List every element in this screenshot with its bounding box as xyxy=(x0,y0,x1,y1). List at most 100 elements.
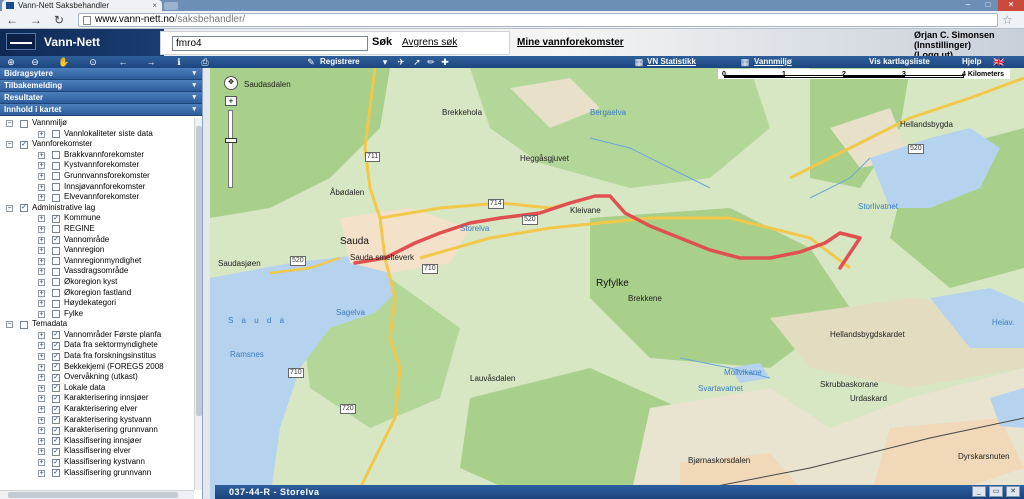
tree-node[interactable]: + ✓ Karakterisering innsjøer xyxy=(0,393,194,404)
tree-horizontal-scrollbar[interactable] xyxy=(0,490,194,499)
tree-node[interactable]: + ✓ Data fra sektormyndighete xyxy=(0,340,194,351)
layer-checkbox[interactable] xyxy=(52,161,60,170)
sidebar-splitter[interactable] xyxy=(203,68,210,499)
expand-icon[interactable]: + xyxy=(38,247,45,255)
layer-checkbox[interactable] xyxy=(52,151,60,160)
tree-node[interactable]: + ✓ Data fra forskningsinstitus xyxy=(0,351,194,362)
expand-icon[interactable]: + xyxy=(38,353,45,361)
zoom-slider-track[interactable] xyxy=(228,110,233,188)
layer-checkbox[interactable]: ✓ xyxy=(20,204,28,213)
expand-icon[interactable]: + xyxy=(38,448,45,456)
settings-link[interactable]: (Innstillinger) xyxy=(914,40,1020,50)
back-icon[interactable]: ← xyxy=(6,13,18,27)
layer-checkbox[interactable]: ✓ xyxy=(52,363,60,372)
next-extent-icon[interactable]: → xyxy=(146,57,156,67)
layer-list-link[interactable]: Vis kartlagsliste xyxy=(869,57,930,67)
refine-search-link[interactable]: Avgrens søk xyxy=(402,37,457,48)
flag-uk-icon[interactable]: 🇬🇧 xyxy=(992,57,1006,67)
scroll-thumb[interactable] xyxy=(196,126,202,416)
map-view[interactable]: Saudasdalen Brekkehola Bergaelva Heggåsg… xyxy=(210,68,1024,499)
zoom-slider-handle[interactable] xyxy=(225,138,237,143)
accordion-results[interactable]: Resultater ▾ xyxy=(0,92,202,104)
forward-icon[interactable]: → xyxy=(30,13,42,27)
add-data-icon[interactable]: ✚ xyxy=(440,57,450,67)
layer-checkbox[interactable]: ✓ xyxy=(52,405,60,414)
expand-icon[interactable]: + xyxy=(38,459,45,466)
layer-checkbox[interactable]: ✓ xyxy=(52,214,60,223)
expand-icon[interactable]: + xyxy=(38,406,45,414)
tree-node[interactable]: + ✓ Karakterisering grunnvann xyxy=(0,425,194,436)
expand-icon[interactable]: + xyxy=(38,130,45,138)
stats-link[interactable]: VN Statistikk xyxy=(647,57,696,67)
layer-checkbox[interactable]: ✓ xyxy=(52,373,60,382)
previous-extent-icon[interactable]: ← xyxy=(118,57,128,67)
collapse-icon[interactable]: − xyxy=(6,204,13,212)
expand-icon[interactable]: + xyxy=(38,278,45,286)
draw-tool-icon[interactable]: ✈ xyxy=(396,57,406,67)
accordion-feedback[interactable]: Tilbakemelding ▾ xyxy=(0,80,202,92)
reload-icon[interactable]: ↻ xyxy=(54,13,64,27)
expand-icon[interactable]: + xyxy=(38,363,45,371)
tree-node[interactable]: − Temadata xyxy=(0,319,194,330)
layer-checkbox[interactable]: ✓ xyxy=(52,352,60,361)
layer-checkbox[interactable]: ✓ xyxy=(52,384,60,393)
expand-icon[interactable]: + xyxy=(38,257,45,265)
tree-node[interactable]: + ✓ Vannområder Første planfa xyxy=(0,330,194,341)
minimize-icon[interactable]: – xyxy=(958,0,978,11)
expand-icon[interactable]: + xyxy=(38,289,45,297)
tree-node[interactable]: + ✓ Karakterisering elver xyxy=(0,404,194,415)
browser-tab[interactable]: Vann-Nett Saksbehandler × xyxy=(2,0,162,11)
expand-icon[interactable]: + xyxy=(38,331,45,339)
expand-icon[interactable]: + xyxy=(38,342,45,350)
layer-checkbox[interactable]: ✓ xyxy=(52,236,60,245)
layer-checkbox[interactable] xyxy=(20,119,28,128)
expand-icon[interactable]: + xyxy=(38,162,45,170)
layer-checkbox[interactable] xyxy=(52,278,60,287)
layer-checkbox[interactable]: ✓ xyxy=(52,469,60,478)
layer-checkbox[interactable] xyxy=(52,225,60,234)
zoom-out-tool-icon[interactable]: ⊖ xyxy=(30,57,40,67)
tree-node[interactable]: + ✓ Klassifisering innsjøer xyxy=(0,436,194,447)
collapse-icon[interactable]: − xyxy=(6,141,13,149)
pan-control-icon[interactable]: ✥ xyxy=(224,76,238,90)
layer-checkbox[interactable] xyxy=(52,172,60,181)
layer-checkbox[interactable]: ✓ xyxy=(52,426,60,435)
tree-node[interactable]: + REGINE xyxy=(0,224,194,235)
minimize-panel-icon[interactable]: _ xyxy=(972,486,986,497)
tree-node[interactable]: + ✓ Lokale data xyxy=(0,383,194,394)
maximize-icon[interactable]: □ xyxy=(978,0,998,11)
layer-checkbox[interactable] xyxy=(52,183,60,192)
search-button[interactable]: Søk xyxy=(372,36,392,48)
tree-node[interactable]: + Økoregion kyst xyxy=(0,277,194,288)
bookmark-star-icon[interactable]: ☆ xyxy=(1002,13,1013,27)
expand-icon[interactable]: + xyxy=(38,416,45,424)
feature-info-bar[interactable]: 037-44-R - Storelva xyxy=(215,485,1024,499)
tree-node[interactable]: + Vassdragsområde xyxy=(0,266,194,277)
pan-tool-icon[interactable]: ✋ xyxy=(58,57,69,67)
tree-node[interactable]: + ✓ Vannområde xyxy=(0,235,194,246)
layer-checkbox[interactable] xyxy=(52,299,60,308)
app-logo-text[interactable]: Vann-Nett xyxy=(44,35,100,49)
register-menu[interactable]: Registrere xyxy=(320,57,360,67)
layer-checkbox[interactable] xyxy=(52,193,60,202)
tree-node[interactable]: + ✓ Klassifisering grunnvann xyxy=(0,468,194,479)
layer-checkbox[interactable]: ✓ xyxy=(52,394,60,403)
tree-node[interactable]: − Vannmiljø xyxy=(0,118,194,129)
expand-icon[interactable]: + xyxy=(38,183,45,191)
zoom-in-button[interactable]: + xyxy=(225,96,237,106)
expand-icon[interactable]: + xyxy=(38,374,45,382)
expand-icon[interactable]: + xyxy=(38,172,45,180)
collapse-icon[interactable]: − xyxy=(6,321,13,329)
tree-node[interactable]: + Vannlokaliteter siste data xyxy=(0,129,194,140)
collapse-icon[interactable]: − xyxy=(6,120,13,127)
expand-icon[interactable]: + xyxy=(38,384,45,392)
expand-icon[interactable]: + xyxy=(38,310,45,318)
layer-checkbox[interactable] xyxy=(52,267,60,276)
tree-node[interactable]: + Innsjøvannforekomster xyxy=(0,182,194,193)
layer-checkbox[interactable]: ✓ xyxy=(52,437,60,446)
window-close-icon[interactable]: ✕ xyxy=(998,0,1024,11)
tree-node[interactable]: + ✓ Overvåkning (utkast) xyxy=(0,372,194,383)
info-icon[interactable]: ℹ xyxy=(174,57,184,67)
layer-checkbox[interactable] xyxy=(52,130,60,139)
tree-node[interactable]: + ✓ Bekkekjemi (FOREGS 2008 xyxy=(0,362,194,373)
